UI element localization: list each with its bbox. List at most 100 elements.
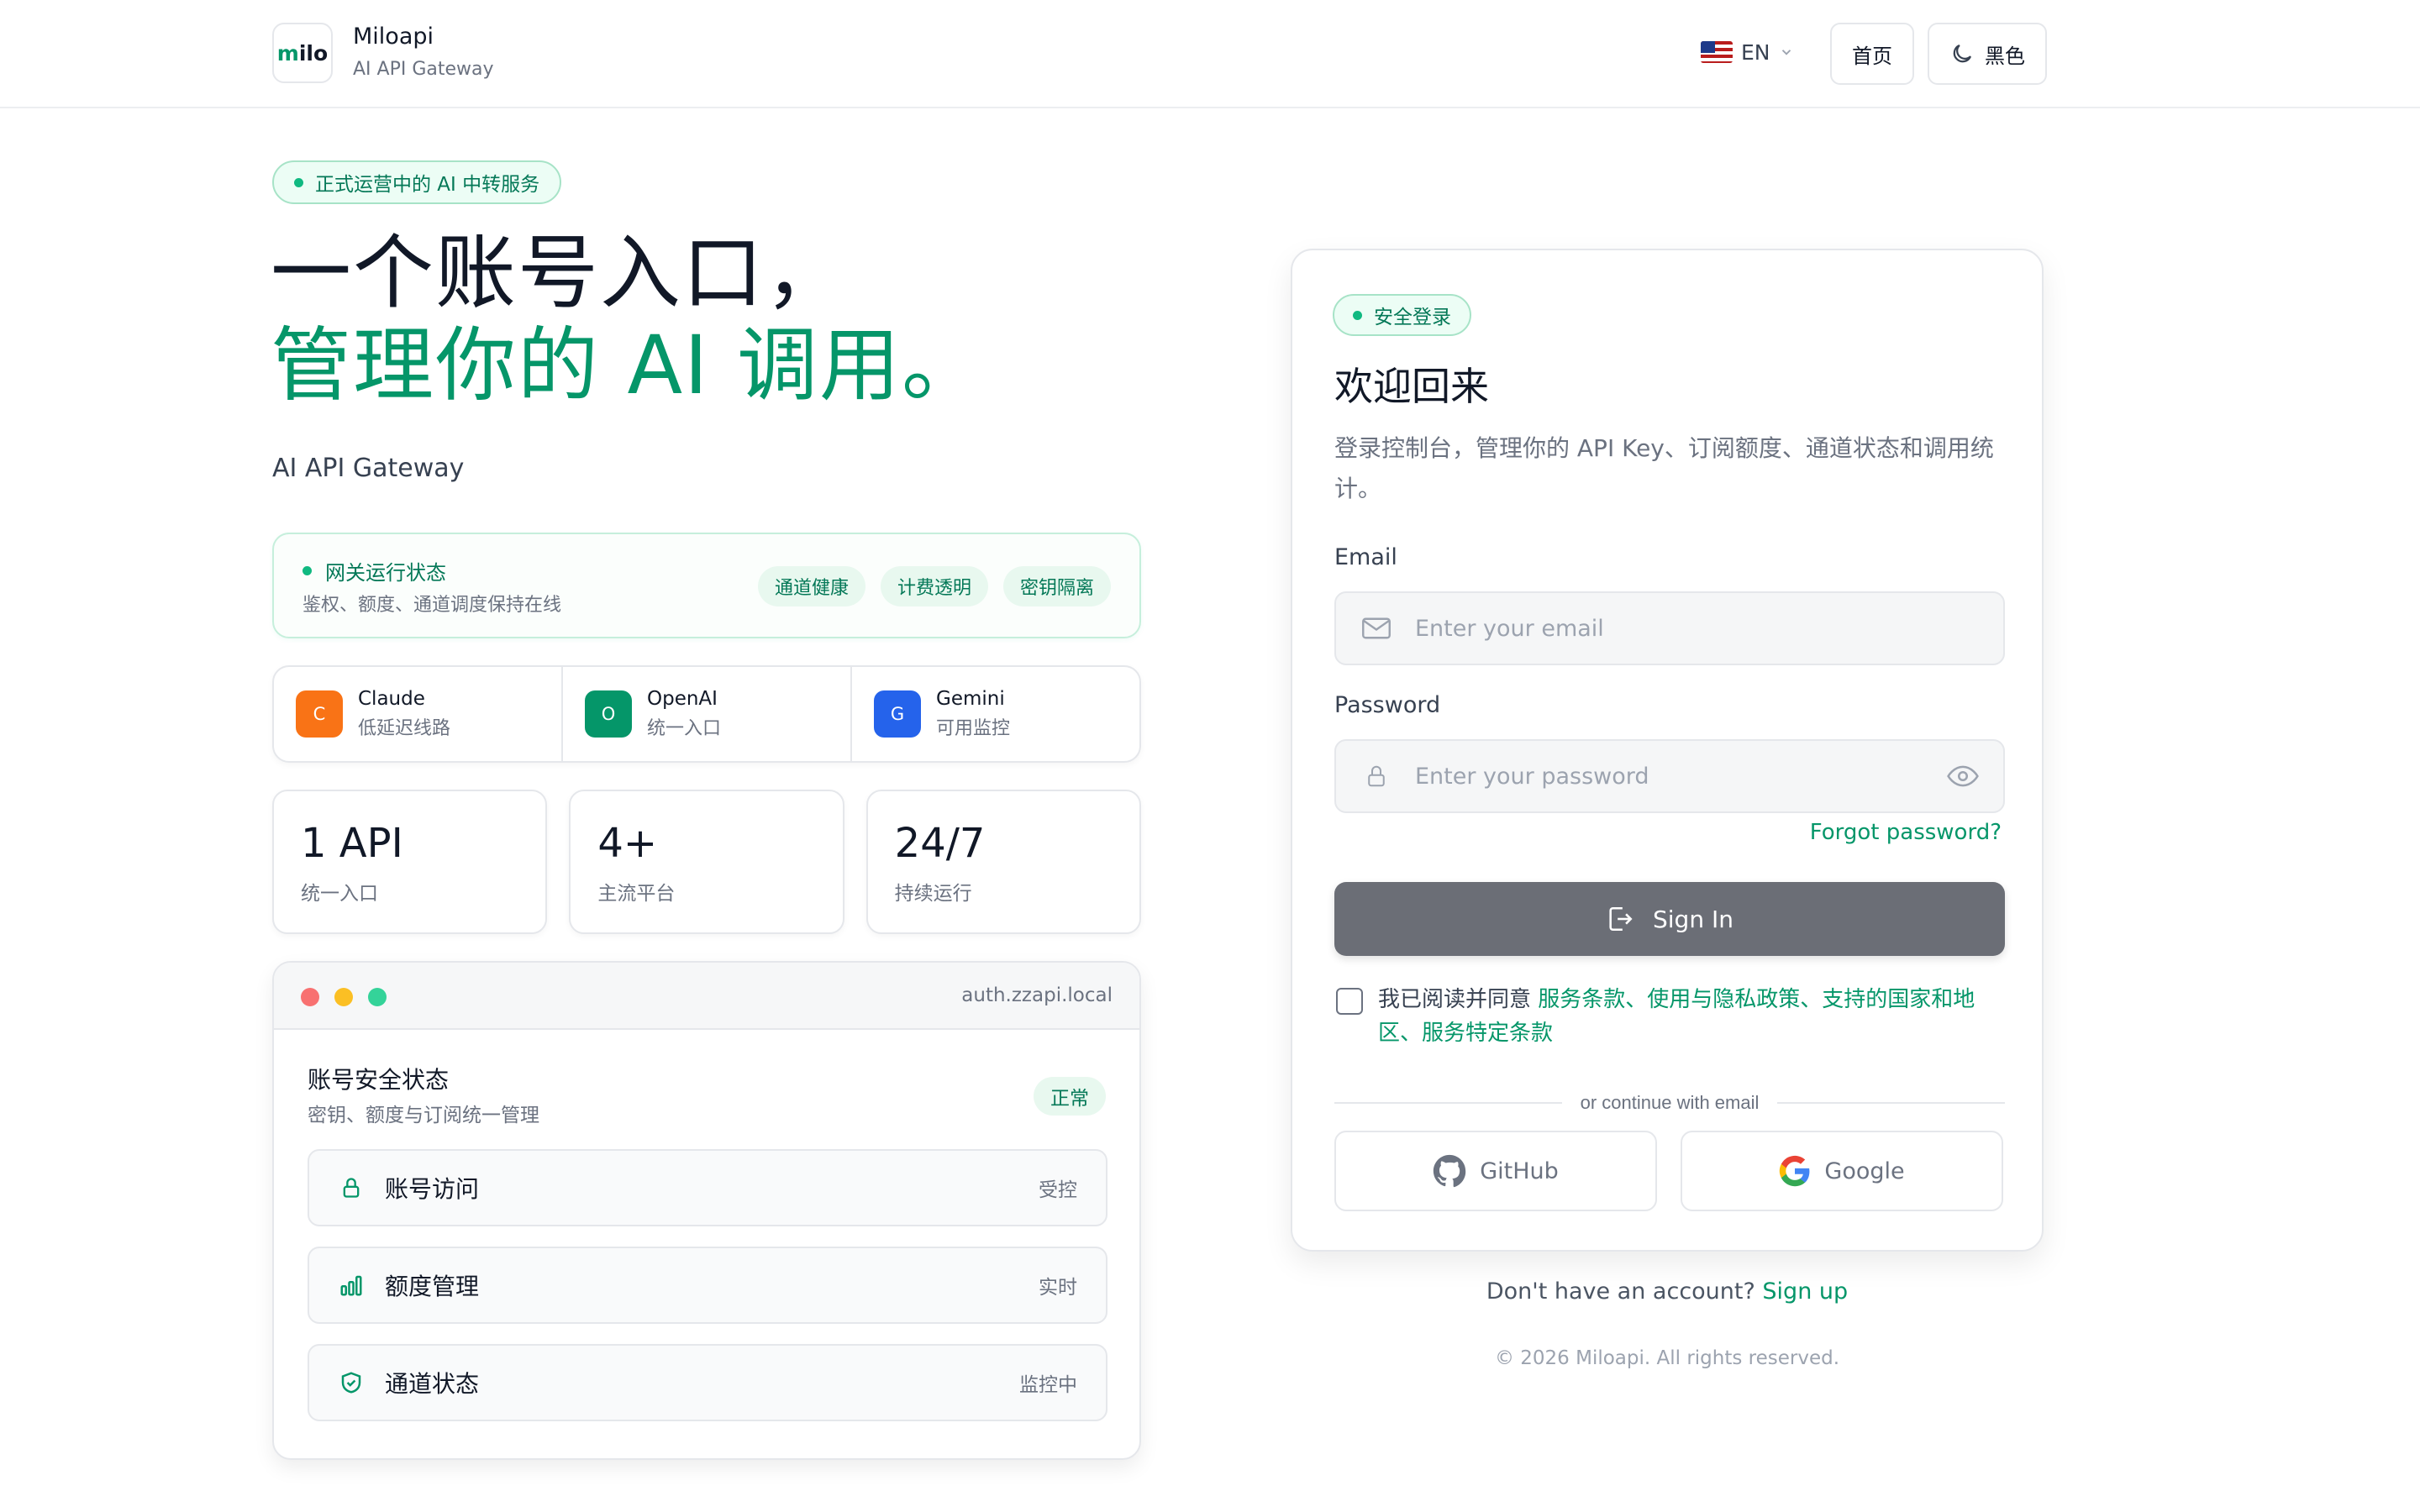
hero-title-line2: 管理你的 AI 调用。 [271, 318, 985, 412]
security-row-value: 实时 [1039, 1277, 1077, 1299]
service-badge-text: 正式运营中的 AI 中转服务 [315, 174, 540, 196]
sign-in-button[interactable]: Sign In [1334, 882, 2005, 956]
email-input[interactable] [1415, 615, 2003, 642]
google-login-button[interactable]: Google [1681, 1131, 2003, 1211]
stat-label: 主流平台 [597, 883, 676, 905]
window-title-bar: auth.zzapi.local [274, 963, 1139, 1030]
provider-openai: O OpenAI 统一入口 [563, 667, 852, 761]
signup-prompt: Don't have an account? Sign up [1291, 1278, 2044, 1305]
theme-label: 黑色 [1985, 44, 2025, 68]
logo[interactable]: milo [272, 23, 333, 83]
traffic-light-yellow-icon [334, 988, 353, 1006]
stat-value: 24/7 [894, 820, 986, 867]
sign-up-link[interactable]: Sign up [1762, 1278, 1848, 1305]
claude-icon: C [296, 690, 343, 738]
security-description: 密钥、额度与订阅统一管理 [308, 1105, 539, 1126]
security-title: 账号安全状态 [308, 1066, 450, 1094]
tag-key-isolation: 密钥隔离 [1002, 566, 1111, 606]
email-label: Email [1334, 544, 1397, 570]
show-password-eye-icon[interactable] [1944, 758, 1981, 795]
top-header: milo Miloapi AI API Gateway EN 首页 黑色 [0, 0, 2420, 108]
stat-value: 1 API [301, 820, 403, 867]
language-selector[interactable]: EN [1701, 37, 1794, 67]
terms-checkbox[interactable] [1336, 988, 1363, 1015]
shield-check-icon [338, 1369, 365, 1396]
provider-desc: 低延迟线路 [358, 718, 451, 739]
gateway-status-card: 网关运行状态 鉴权、额度、通道调度保持在线 通道健康 计费透明 密钥隔离 [272, 533, 1141, 638]
terms-prefix: 我已阅读并同意 [1378, 987, 1539, 1012]
login-description: 登录控制台，管理你的 API Key、订阅额度、通道状态和调用统计。 [1334, 434, 1994, 502]
provider-name: Gemini [936, 688, 1005, 710]
theme-toggle-button[interactable]: 黑色 [1928, 23, 2047, 85]
status-dot-icon [1353, 310, 1362, 320]
google-label: Google [1824, 1158, 1905, 1184]
provider-claude: C Claude 低延迟线路 [274, 667, 563, 761]
secure-login-text: 安全登录 [1374, 307, 1451, 328]
github-login-button[interactable]: GitHub [1334, 1131, 1657, 1211]
password-label: Password [1334, 692, 1441, 718]
gateway-status-description: 鉴权、额度、通道调度保持在线 [302, 595, 562, 616]
hero-subtitle: AI API Gateway [272, 454, 465, 483]
github-label: GitHub [1480, 1158, 1559, 1184]
brand-subtitle: AI API Gateway [353, 59, 494, 80]
google-icon [1780, 1155, 1810, 1187]
sign-in-label: Sign In [1653, 905, 1733, 933]
status-dot-icon [294, 177, 303, 187]
gateway-status-title: 网关运行状态 [302, 556, 446, 585]
security-row-channel: 通道状态 监控中 [308, 1344, 1107, 1421]
terms-agreement: 我已阅读并同意 服务条款、使用与隐私政策、支持的国家和地区、服务特定条款 [1336, 983, 2008, 1050]
home-button[interactable]: 首页 [1830, 23, 1914, 85]
copyright: © 2026 Miloapi. All rights reserved. [1494, 1347, 1840, 1369]
github-icon [1434, 1154, 1466, 1188]
no-account-text: Don't have an account? [1486, 1278, 1755, 1305]
email-field-wrapper[interactable] [1334, 591, 2005, 665]
security-status-badge: 正常 [1034, 1077, 1106, 1116]
stat-card: 24/7 持续运行 [865, 790, 1141, 934]
stat-label: 统一入口 [301, 883, 378, 905]
security-row-access: 账号访问 受控 [308, 1149, 1107, 1226]
stats-row: 1 API 统一入口 4+ 主流平台 24/7 持续运行 [272, 790, 1141, 934]
moon-icon [1953, 44, 1972, 63]
auth-domain: auth.zzapi.local [961, 984, 1113, 1006]
stat-value: 4+ [597, 820, 658, 867]
status-dot-icon [302, 566, 312, 575]
gateway-status-title-text: 网关运行状态 [325, 561, 446, 585]
login-title: 欢迎回来 [1334, 364, 1489, 409]
openai-icon: O [585, 690, 632, 738]
lock-icon [1360, 759, 1393, 793]
provider-gemini: G Gemini 可用监控 [852, 667, 1139, 761]
password-field-wrapper[interactable] [1334, 739, 2005, 813]
divider-text: or continue with email [1580, 1092, 1760, 1113]
tag-channel-health: 通道健康 [757, 566, 865, 606]
provider-name: Claude [358, 688, 425, 710]
stat-card: 4+ 主流平台 [569, 790, 844, 934]
lock-icon [338, 1174, 365, 1201]
hero-title-line1: 一个账号入口， [271, 226, 847, 320]
secure-login-badge: 安全登录 [1333, 294, 1471, 336]
provider-desc: 统一入口 [647, 718, 722, 739]
logo-text: milo [276, 40, 329, 66]
home-button-label: 首页 [1852, 44, 1892, 68]
bar-chart-icon [338, 1272, 365, 1299]
tag-billing: 计费透明 [880, 566, 988, 606]
terms-text: 我已阅读并同意 服务条款、使用与隐私政策、支持的国家和地区、服务特定条款 [1378, 983, 2008, 1050]
language-label: EN [1741, 39, 1770, 65]
mail-icon [1360, 612, 1393, 645]
oauth-divider: or continue with email [1334, 1090, 2005, 1116]
provider-list: C Claude 低延迟线路 O OpenAI 统一入口 G Gemini 可用… [272, 665, 1141, 763]
traffic-light-red-icon [301, 988, 319, 1006]
security-row-value: 受控 [1039, 1179, 1077, 1201]
stat-label: 持续运行 [894, 883, 972, 905]
stat-card: 1 API 统一入口 [272, 790, 548, 934]
divider-line [1334, 1102, 1562, 1104]
us-flag-icon [1701, 41, 1733, 63]
password-input[interactable] [1415, 763, 1944, 790]
provider-desc: 可用监控 [936, 718, 1011, 739]
gemini-icon: G [874, 690, 921, 738]
security-row-quota: 额度管理 实时 [308, 1247, 1107, 1324]
sign-in-icon [1609, 906, 1633, 932]
forgot-password-link[interactable]: Forgot password? [1810, 820, 2002, 845]
login-card: 安全登录 欢迎回来 登录控制台，管理你的 API Key、订阅额度、通道状态和调… [1291, 249, 2044, 1252]
security-row-label: 账号访问 [385, 1175, 480, 1203]
security-status-card: auth.zzapi.local 账号安全状态 密钥、额度与订阅统一管理 正常 … [272, 961, 1141, 1460]
